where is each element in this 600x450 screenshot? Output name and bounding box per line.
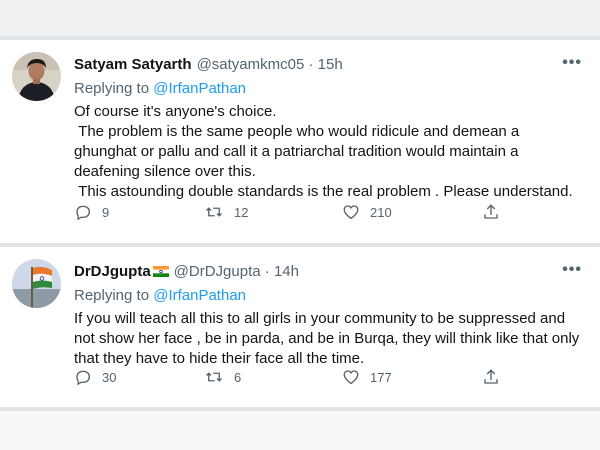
reply-icon (76, 205, 91, 221)
avatar[interactable] (12, 259, 61, 308)
more-icon[interactable]: ••• (562, 261, 582, 279)
like-count: 210 (370, 204, 392, 220)
reply-icon (76, 370, 91, 386)
share-icon (484, 369, 498, 384)
user-handle[interactable]: @satyamkmc05 · 15h (197, 56, 343, 73)
replying-to: Replying to @IrfanPathan (74, 80, 247, 97)
india-flag-icon (152, 266, 169, 277)
tweet-line: The problem is the same people who would… (74, 123, 524, 180)
tweet-header: DrDJgupta @DrDJgupta · 14h (74, 263, 299, 280)
reply-count: 30 (102, 369, 117, 385)
like-button[interactable]: 210 (342, 203, 392, 221)
share-icon (484, 204, 498, 219)
tweet[interactable]: DrDJgupta @DrDJgupta · 14h ••• Replying … (0, 247, 600, 407)
timestamp: 14h (273, 263, 299, 280)
reply-button[interactable]: 30 (74, 368, 116, 386)
tweet-line: Of course it's anyone's choice. (74, 103, 277, 120)
tweet-line: This astounding double standards is the … (74, 183, 573, 200)
retweet-button[interactable]: 6 (204, 368, 241, 386)
tweet[interactable]: Satyam Satyarth @satyamkmc05 · 15h ••• R… (0, 40, 600, 243)
reply-count: 9 (102, 204, 110, 220)
more-icon[interactable]: ••• (562, 54, 582, 72)
timestamp: 15h (317, 56, 343, 73)
tweet-header: Satyam Satyarth @satyamkmc05 · 15h (74, 56, 343, 73)
tweet-text: Of course it's anyone's choice. The prob… (74, 102, 584, 202)
user-handle[interactable]: @DrDJgupta · 14h (174, 263, 299, 280)
like-count: 177 (370, 369, 392, 385)
retweet-count: 6 (234, 369, 242, 385)
previous-tweet-fragment (0, 0, 600, 36)
avatar[interactable] (12, 52, 61, 101)
reply-button[interactable]: 9 (74, 203, 109, 221)
next-tweet-fragment (0, 411, 600, 450)
retweet-icon (206, 207, 222, 217)
tweet-line: If you will teach all this to all girls … (74, 310, 584, 367)
heart-icon (343, 205, 359, 220)
retweet-count: 12 (234, 204, 249, 220)
mention-link[interactable]: @IrfanPathan (153, 80, 246, 97)
mention-link[interactable]: @IrfanPathan (153, 287, 246, 304)
share-button[interactable] (482, 203, 500, 221)
share-button[interactable] (482, 368, 500, 386)
display-name[interactable]: DrDJgupta (74, 263, 151, 280)
heart-icon (343, 370, 359, 385)
replying-to: Replying to @IrfanPathan (74, 287, 247, 304)
tweet-text: If you will teach all this to all girls … (74, 309, 584, 369)
retweet-button[interactable]: 12 (204, 203, 248, 221)
display-name[interactable]: Satyam Satyarth (74, 56, 192, 73)
like-button[interactable]: 177 (342, 368, 392, 386)
retweet-icon (206, 372, 222, 382)
